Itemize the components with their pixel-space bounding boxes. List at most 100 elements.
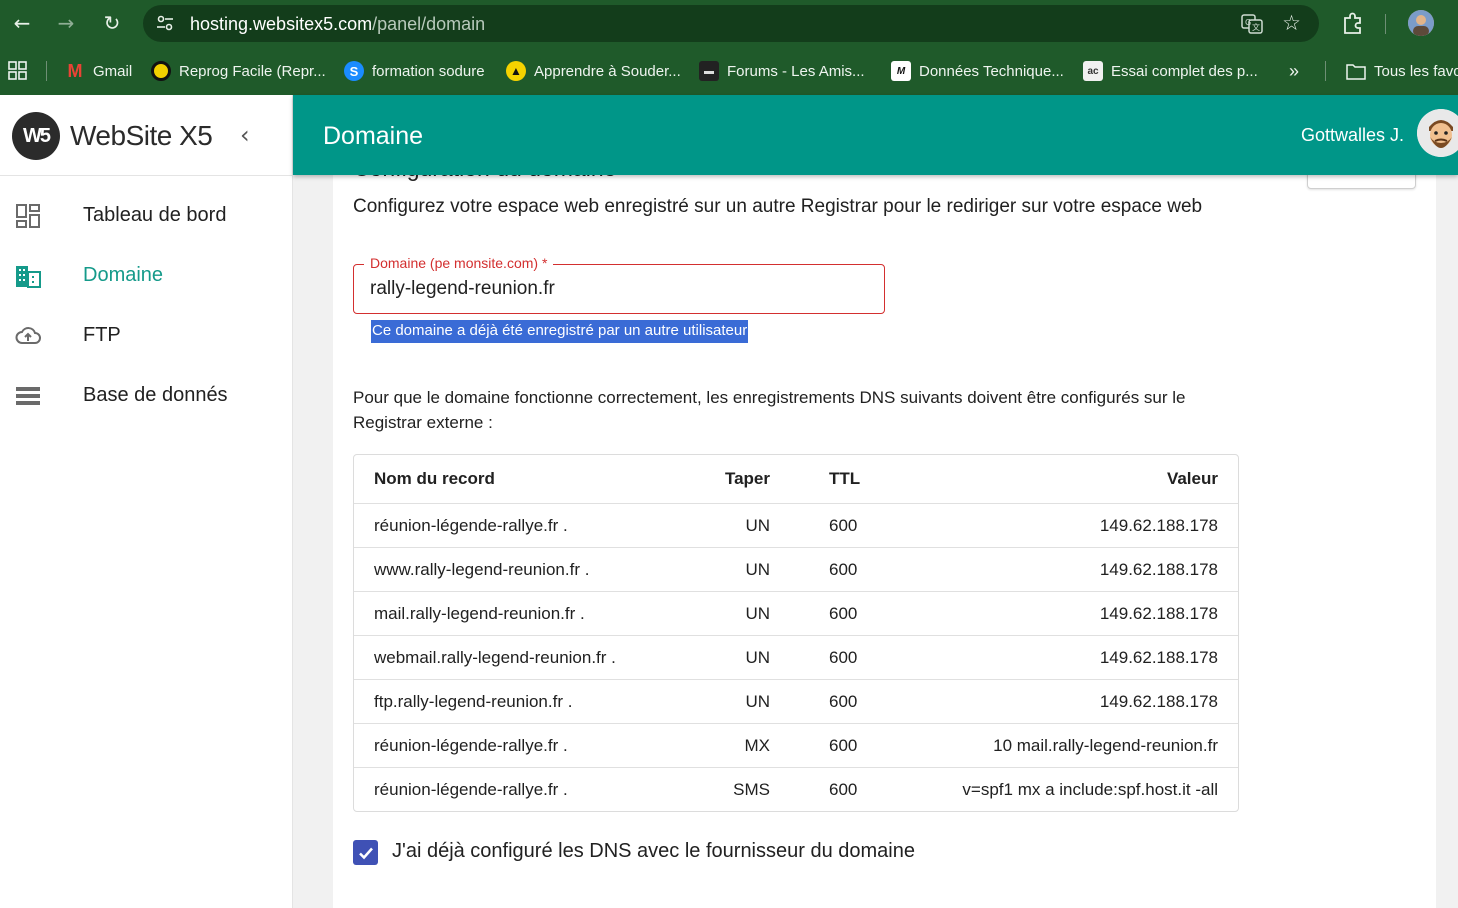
cell-ttl: 600 (829, 736, 858, 755)
cell-value: 149.62.188.178 (1099, 692, 1218, 711)
dns-table: Nom du record Taper TTL Valeur réunion-l… (353, 454, 1239, 812)
sidebar-item-domain[interactable]: Domaine (0, 248, 292, 304)
reload-icon[interactable]: ↻ (97, 8, 127, 38)
column-header-ttl: TTL (829, 469, 861, 488)
cloud-upload-icon (15, 327, 41, 344)
bookmark-star-icon[interactable]: ☆ (1282, 11, 1301, 35)
main-content: Configuration du domaine RETOUR Configur… (293, 147, 1458, 908)
cell-type: UN (745, 692, 770, 711)
sidebar-item-database[interactable]: Base de donnés (0, 368, 292, 424)
cell-value: 149.62.188.178 (1099, 648, 1218, 667)
logo-icon: W5 (12, 112, 60, 160)
cell-type: UN (745, 604, 770, 623)
bookmark-label: Données Technique... (919, 62, 1064, 80)
cell-name: mail.rally-legend-reunion.fr . (374, 604, 585, 623)
ac-icon: ac (1083, 61, 1103, 81)
user-avatar-icon (1417, 109, 1458, 157)
warning-triangle-icon: ▲ (506, 61, 526, 81)
checkmark-icon (358, 847, 373, 859)
table-row: réunion-légende-rallye.fr . MX 600 10 ma… (354, 723, 1238, 767)
logo-text: WebSite X5 (70, 120, 213, 151)
domain-field[interactable]: Domaine (pe monsite.com) * (353, 255, 885, 314)
cell-type: UN (745, 648, 770, 667)
bookmark-label: formation sodure (372, 62, 485, 80)
bookmark-label: Gmail (93, 62, 133, 80)
bookmark-gmail[interactable]: M Gmail (65, 59, 133, 83)
collapse-sidebar-icon[interactable]: ‹ (240, 121, 250, 149)
url-text[interactable]: hosting.websitex5.com/panel/domain (190, 14, 485, 35)
cell-value: 149.62.188.178 (1099, 604, 1218, 623)
table-row: webmail.rally-legend-reunion.fr . UN 600… (354, 635, 1238, 679)
bookmark-reprog[interactable]: Reprog Facile (Repr... (151, 59, 326, 83)
bookmark-essai[interactable]: ac Essai complet des p... (1083, 59, 1258, 83)
cell-name: www.rally-legend-reunion.fr . (374, 560, 590, 579)
site-settings-icon[interactable] (155, 13, 175, 33)
bookmark-donnees[interactable]: M Données Technique... (891, 59, 1064, 83)
user-name[interactable]: Gottwalles J. (1301, 125, 1404, 146)
column-header-name: Nom du record (374, 469, 495, 488)
bookmark-label: Forums - Les Amis... (727, 62, 865, 80)
sidebar-item-ftp[interactable]: FTP (0, 308, 292, 364)
bookmark-formation[interactable]: S formation sodure (344, 59, 485, 83)
forum-icon: ▬ (699, 61, 719, 81)
apps-grid-icon[interactable] (8, 59, 28, 83)
bmw-m-icon: M (891, 61, 911, 81)
cell-ttl: 600 (829, 780, 858, 799)
bookmark-divider (46, 61, 47, 81)
profile-photo-icon (1408, 10, 1434, 36)
cell-value: 149.62.188.178 (1099, 560, 1218, 579)
app-header: Domaine Gottwalles J. (293, 95, 1458, 175)
bookmark-apprendre[interactable]: ▲ Apprendre à Souder... (506, 59, 681, 83)
domain-input[interactable] (370, 278, 870, 300)
bookmark-label: Tous les favoris (1374, 62, 1458, 80)
cell-ttl: 600 (829, 516, 858, 535)
cell-type: SMS (733, 780, 770, 799)
sidebar-item-dashboard[interactable]: Tableau de bord (0, 188, 292, 244)
domain-field-label-text: Domaine (pe monsite.com) (370, 255, 539, 271)
table-row: ftp.rally-legend-reunion.fr . UN 600 149… (354, 679, 1238, 723)
cell-ttl: 600 (829, 692, 858, 711)
bookmark-label: Apprendre à Souder... (534, 62, 681, 80)
required-mark: * (541, 255, 548, 271)
bookmark-label: Essai complet des p... (1111, 62, 1258, 80)
dns-confirm-checkbox[interactable] (353, 840, 378, 865)
cell-value: 10 mail.rally-legend-reunion.fr (993, 736, 1218, 755)
column-header-value: Valeur (1166, 469, 1218, 488)
bookmark-label: Reprog Facile (Repr... (179, 62, 326, 80)
cell-name: ftp.rally-legend-reunion.fr . (374, 692, 573, 711)
sidebar-item-label: Base de donnés (83, 384, 228, 406)
cell-value: v=spf1 mx a include:spf.host.it -all (962, 780, 1218, 799)
profile-avatar[interactable] (1408, 10, 1434, 36)
column-header-type: Taper (724, 469, 770, 488)
url-path: /panel/domain (372, 14, 486, 34)
browser-chrome: ← → ↻ hosting.websitex5.com/panel/domain… (0, 0, 1458, 95)
sidebar-item-label: FTP (83, 324, 121, 346)
translate-icon[interactable]: G 文 (1241, 13, 1263, 35)
dns-intro-text: Pour que le domaine fonctionne correctem… (353, 388, 1186, 432)
bookmark-divider (1325, 61, 1326, 81)
domain-config-card: Configuration du domaine RETOUR Configur… (333, 147, 1436, 908)
back-arrow-icon[interactable]: ← (7, 8, 37, 38)
avatar[interactable] (1417, 109, 1458, 157)
svg-text:G: G (1245, 18, 1251, 27)
extensions-icon[interactable] (1340, 10, 1366, 36)
url-host: hosting.websitex5.com (190, 14, 373, 34)
table-row: réunion-légende-rallye.fr . SMS 600 v=sp… (354, 767, 1238, 811)
sidebar: W5 WebSite X5 ‹ Tableau de bord Domaine … (0, 95, 293, 908)
sidebar-header: W5 WebSite X5 ‹ (0, 95, 292, 176)
svg-text:文: 文 (1252, 22, 1260, 32)
cell-ttl: 600 (829, 560, 858, 579)
bookmark-forums[interactable]: ▬ Forums - Les Amis... (699, 59, 865, 83)
dns-confirm-label[interactable]: J'ai déjà configuré les DNS avec le four… (392, 840, 915, 863)
more-bookmarks-button[interactable]: » (1289, 59, 1299, 83)
forward-arrow-icon[interactable]: → (51, 8, 81, 38)
cell-type: UN (745, 516, 770, 535)
cell-name: réunion-légende-rallye.fr . (374, 736, 568, 755)
table-row: www.rally-legend-reunion.fr . UN 600 149… (354, 547, 1238, 591)
folder-icon (1346, 61, 1366, 81)
bookmark-all-favorites[interactable]: Tous les favoris (1346, 59, 1458, 83)
domain-error-text: Ce domaine a déjà été enregistré par un … (371, 320, 749, 343)
cell-type: UN (745, 560, 770, 579)
address-bar[interactable]: hosting.websitex5.com/panel/domain G 文 ☆ (143, 5, 1319, 42)
reprog-icon (151, 61, 171, 81)
